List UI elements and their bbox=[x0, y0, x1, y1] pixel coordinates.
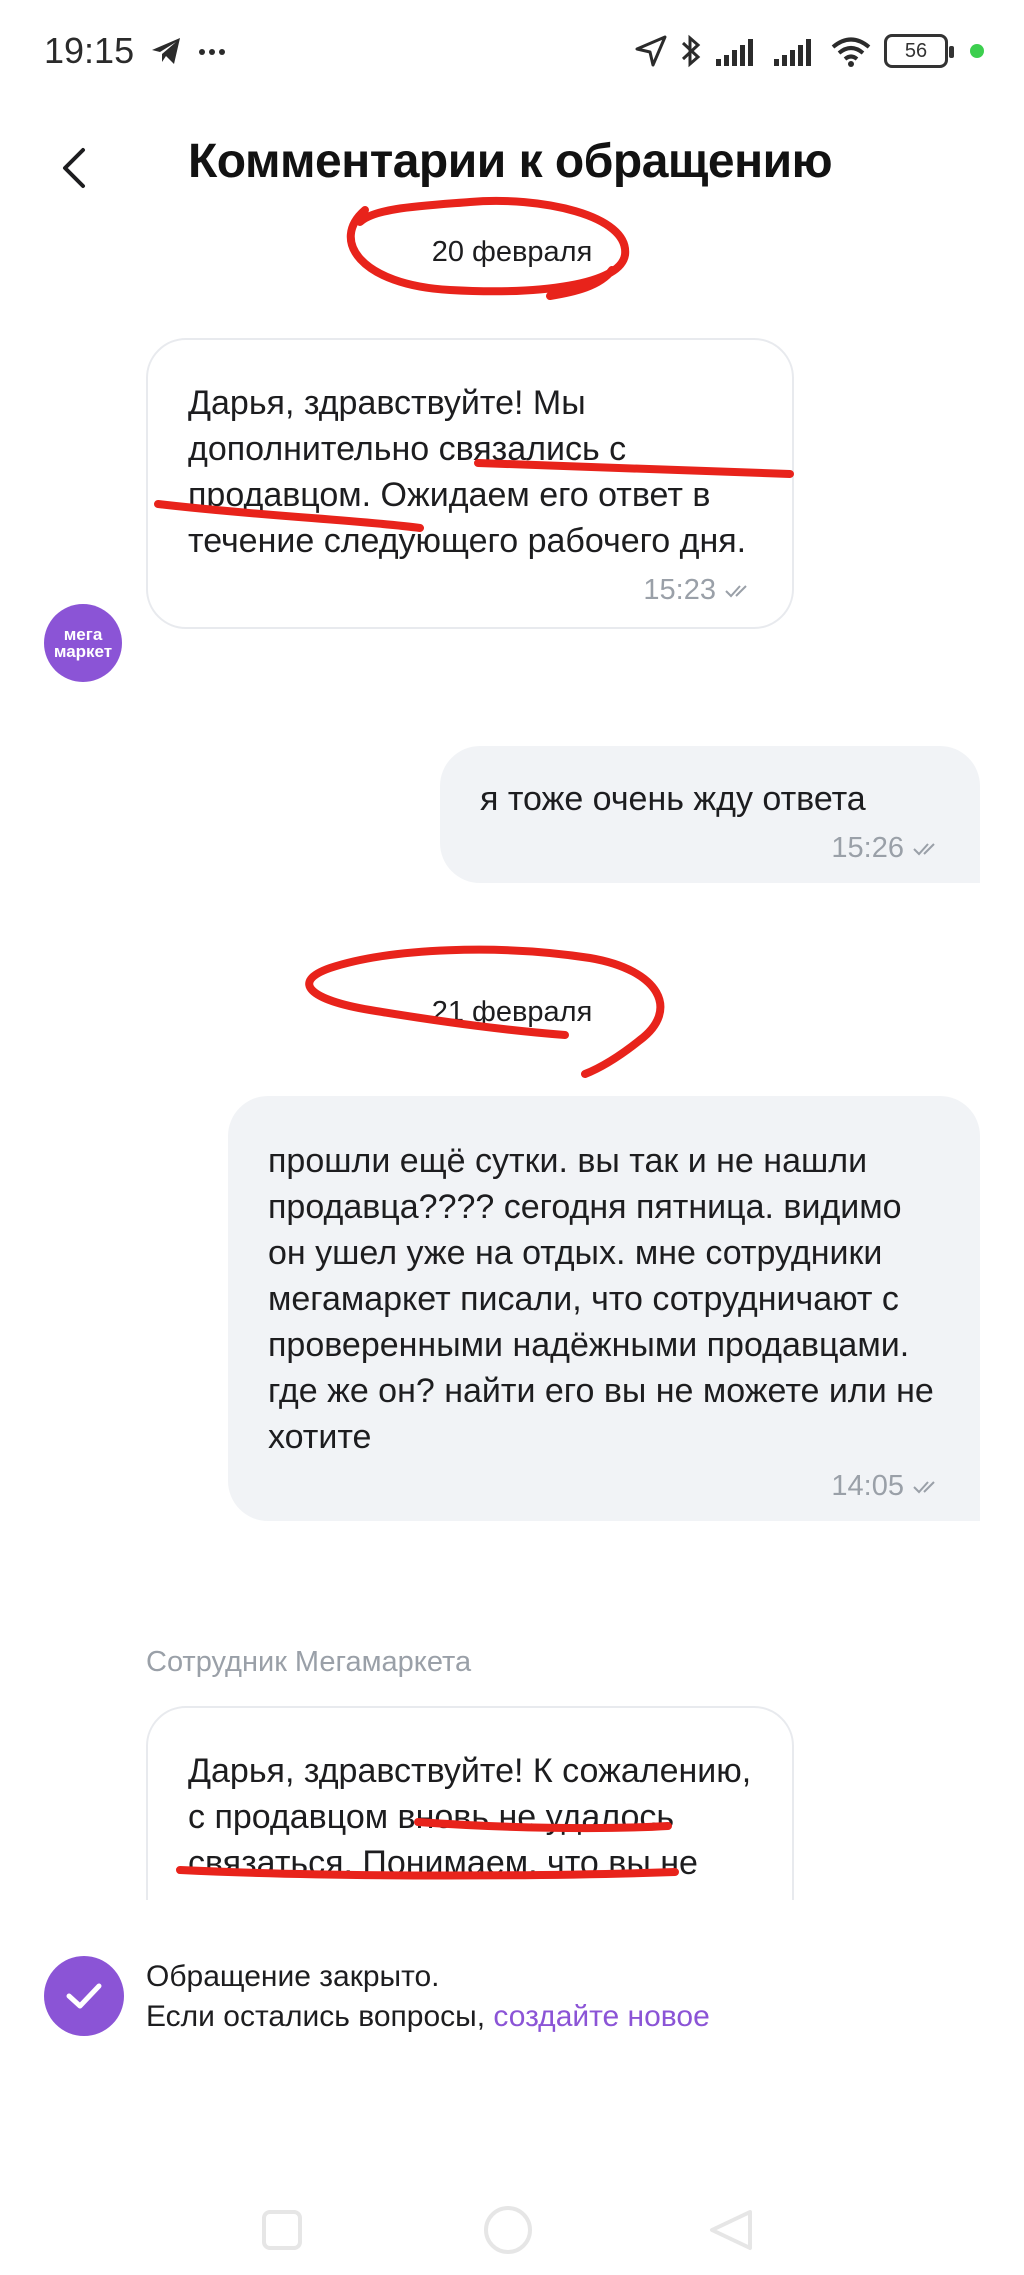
location-icon bbox=[635, 35, 667, 67]
indicator-dot bbox=[970, 44, 984, 58]
back-nav-button bbox=[710, 2210, 752, 2250]
message-text: Дарья, здравствуйте! Мы дополнительно св… bbox=[188, 384, 747, 560]
more-icon bbox=[199, 49, 205, 55]
avatar: мега маркет bbox=[44, 604, 122, 682]
back-button[interactable] bbox=[44, 138, 104, 198]
status-left-icons bbox=[150, 32, 230, 77]
battery-level: 56 bbox=[904, 39, 928, 62]
message-text: я тоже очень жду ответа bbox=[480, 780, 866, 818]
double-check-icon bbox=[913, 1480, 935, 1493]
home-button bbox=[484, 2206, 532, 2254]
header: Комментарии к обращению bbox=[0, 120, 1024, 210]
message-meta: 15:26 bbox=[480, 832, 940, 865]
create-new-link[interactable]: создайте новое bbox=[493, 2000, 709, 2033]
chat-feed[interactable]: 20 февраля Дарья, здравствуйте! Мы допол… bbox=[0, 210, 1024, 1900]
message-time: 15:26 bbox=[831, 832, 904, 864]
message-text: Дарья, здравствуйте! К сожалению, с прод… bbox=[188, 1752, 752, 1900]
bluetooth-icon bbox=[681, 34, 701, 68]
signal-icon bbox=[716, 39, 753, 66]
closed-hint: Если остались вопросы, создайте новое bbox=[146, 2000, 710, 2034]
status-time: 19:15 bbox=[44, 30, 135, 71]
chevron-left-icon bbox=[63, 148, 85, 188]
message-meta: 15:23 bbox=[188, 574, 752, 607]
closed-hint-text: Если остались вопросы, bbox=[146, 2000, 494, 2033]
message-text: прошли ещё сутки. вы так и не нашли прод… bbox=[268, 1142, 934, 1456]
message-meta: 14:05 bbox=[268, 1470, 940, 1503]
date-separator: 20 февраля bbox=[431, 236, 593, 268]
date-separator: 21 февраля bbox=[431, 996, 593, 1028]
recent-apps-button bbox=[262, 2210, 302, 2250]
message-time: 15:23 bbox=[643, 574, 716, 606]
incoming-message: Дарья, здравствуйте! К сожалению, с прод… bbox=[146, 1706, 794, 1900]
outgoing-message: прошли ещё сутки. вы так и не нашли прод… bbox=[228, 1096, 980, 1521]
check-icon bbox=[44, 1956, 124, 2036]
request-closed-banner: Обращение закрыто. Если остались вопросы… bbox=[0, 1950, 1024, 2060]
wifi-icon bbox=[831, 37, 871, 67]
outgoing-message: я тоже очень жду ответа 15:26 bbox=[440, 746, 980, 883]
sender-label: Сотрудник Мегамаркета bbox=[146, 1646, 472, 1678]
double-check-icon bbox=[725, 584, 747, 597]
incoming-message: Дарья, здравствуйте! Мы дополнительно св… bbox=[146, 338, 794, 629]
telegram-icon bbox=[152, 38, 225, 64]
battery-icon: 56 bbox=[884, 34, 954, 68]
signal-icon bbox=[774, 39, 811, 66]
status-right-icons: 56 bbox=[634, 30, 984, 72]
message-time: 14:05 bbox=[831, 1470, 904, 1502]
avatar-text-1: мега bbox=[63, 625, 103, 644]
avatar-text-2: маркет bbox=[53, 642, 113, 661]
status-bar: 19:15 56 bbox=[0, 0, 1024, 100]
page-title: Комментарии к обращению bbox=[188, 135, 833, 188]
system-navbar bbox=[0, 2200, 1024, 2275]
closed-title: Обращение закрыто. bbox=[146, 1960, 440, 1993]
double-check-icon bbox=[913, 842, 935, 855]
